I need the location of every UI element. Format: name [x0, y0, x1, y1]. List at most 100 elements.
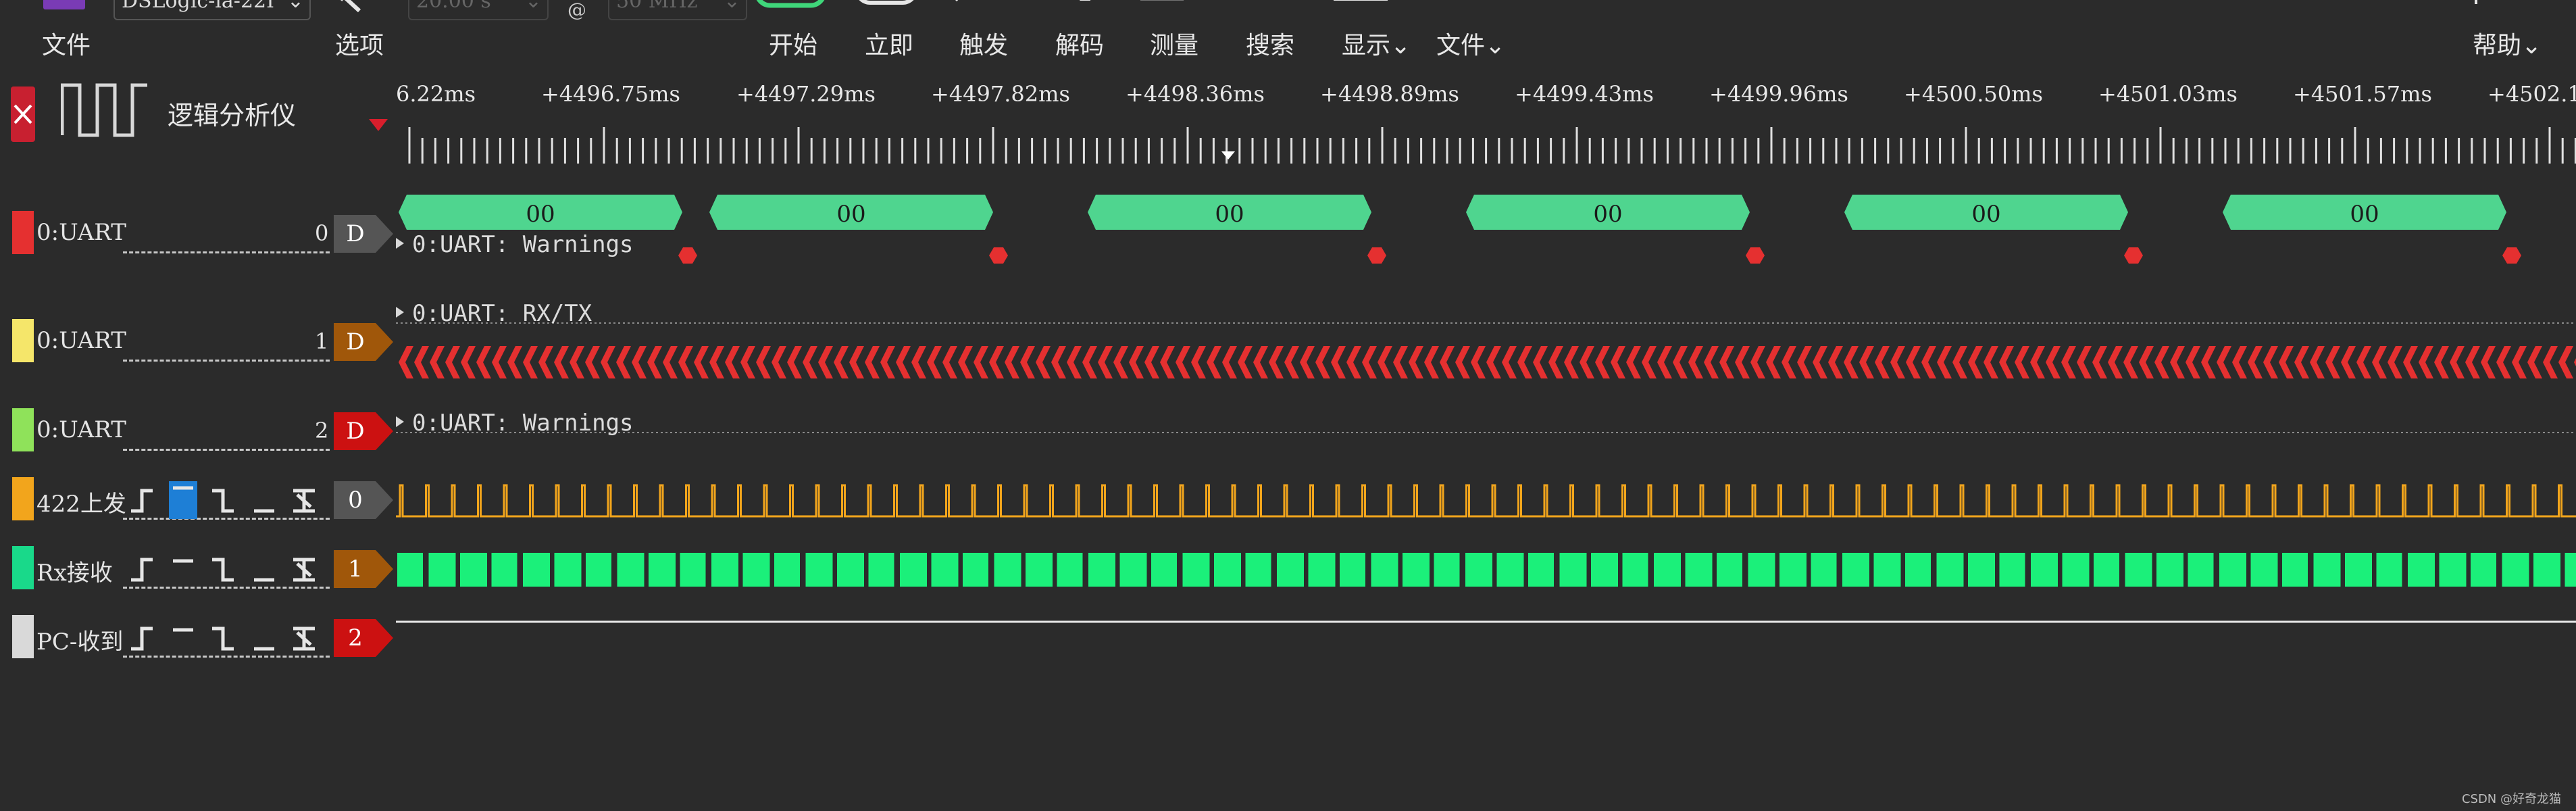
rx-tx-frame — [2434, 346, 2449, 378]
start-icon[interactable] — [754, 0, 827, 9]
rx-tx-frame — [2558, 346, 2573, 378]
rx-tx-frame — [1300, 346, 1315, 378]
low-level-icon[interactable] — [250, 485, 278, 515]
start-button[interactable]: 开始 — [769, 26, 817, 61]
channel-name[interactable]: 0:UART — [36, 416, 126, 443]
channel-color-swatch[interactable] — [12, 319, 34, 362]
measure-button[interactable]: 测量 — [1150, 26, 1198, 61]
rx-tx-frame — [414, 346, 429, 378]
rx-tx-frame — [1999, 346, 2014, 378]
search-icon[interactable] — [1228, 0, 1269, 14]
channel-type-tag[interactable]: 2 — [334, 619, 393, 657]
channel-color-swatch[interactable] — [12, 546, 34, 589]
channel-color-swatch[interactable] — [12, 615, 34, 658]
rx-tx-frame — [1129, 346, 1144, 378]
any-edge-icon[interactable] — [291, 554, 319, 584]
decoder-trace-label[interactable]: 0:UART: Warnings — [412, 231, 634, 258]
low-level-icon[interactable] — [250, 623, 278, 653]
channel-color-swatch[interactable] — [12, 408, 34, 451]
expand-arrow-icon[interactable] — [396, 307, 404, 318]
search-button[interactable]: 搜索 — [1246, 26, 1294, 61]
rising-edge-icon[interactable] — [128, 623, 157, 653]
decode-icon[interactable] — [1063, 0, 1104, 14]
channel-name[interactable]: PC-收到 — [36, 623, 123, 656]
options-button[interactable]: 选项 — [335, 26, 384, 61]
channel-index: 0 — [315, 220, 329, 246]
rx-tx-frame — [1533, 346, 1548, 378]
channel-name[interactable]: 422上发 — [36, 485, 126, 518]
rx-tx-frame — [1797, 346, 1812, 378]
rx-tx-frame — [1875, 346, 1890, 378]
warning-marker[interactable] — [678, 247, 697, 264]
sample-time-select[interactable]: 20.00 s ⌄ — [408, 0, 549, 20]
decoder-trace-label[interactable]: 0:UART: RX/TX — [412, 300, 592, 327]
rx-tx-frame — [2061, 346, 2076, 378]
channel-name[interactable]: 0:UART — [36, 327, 126, 354]
rx-tx-frame — [2030, 346, 2045, 378]
warning-marker[interactable] — [1746, 247, 1765, 264]
trigger-icon[interactable] — [953, 0, 1007, 14]
file-menu-icon[interactable] — [1431, 0, 1485, 14]
rx-tx-frame — [1595, 346, 1610, 378]
warning-marker[interactable] — [989, 247, 1008, 264]
expand-arrow-icon[interactable] — [396, 416, 404, 427]
ruler-tick-label: +4499.43ms — [1515, 81, 1654, 107]
help-menu[interactable]: 帮助⌄ — [2473, 26, 2542, 61]
channel-type-tag[interactable]: D — [334, 215, 393, 253]
falling-edge-icon[interactable] — [209, 485, 238, 515]
warning-marker[interactable] — [2502, 247, 2521, 264]
ruler-tick-label: +4497.82ms — [931, 81, 1070, 107]
channel-name[interactable]: Rx接收 — [36, 554, 113, 587]
sample-rate-value: 50 MHz — [616, 0, 698, 13]
instant-icon[interactable] — [853, 0, 920, 8]
rx-data-block — [2345, 553, 2372, 587]
expand-arrow-icon[interactable] — [396, 238, 404, 249]
rx-data-block — [1654, 553, 1681, 587]
channel-name[interactable]: 0:UART — [36, 219, 126, 246]
display-menu[interactable]: 显示⌄ — [1342, 26, 1411, 61]
channel-type-tag[interactable]: D — [334, 323, 393, 361]
triangle-marker-icon[interactable] — [369, 119, 388, 132]
decoder-trace-label[interactable]: 0:UART: Warnings — [412, 410, 634, 437]
any-edge-icon[interactable] — [291, 623, 319, 653]
high-level-icon[interactable] — [169, 554, 197, 584]
rx-data-block — [1245, 553, 1271, 587]
channel-type-tag[interactable]: 1 — [334, 550, 393, 588]
measure-icon[interactable] — [1136, 0, 1190, 14]
any-edge-icon[interactable] — [291, 485, 319, 515]
file-menu[interactable]: 文件⌄ — [1436, 26, 1505, 61]
rising-edge-icon[interactable] — [128, 485, 157, 515]
rx-tx-frame — [1378, 346, 1392, 378]
display-icon[interactable] — [1331, 0, 1392, 14]
help-icon[interactable] — [2466, 0, 2486, 11]
channel-color-swatch[interactable] — [12, 477, 34, 520]
channel-color-swatch[interactable] — [12, 211, 34, 254]
channel-type-tag[interactable]: 0 — [334, 481, 393, 519]
warning-marker[interactable] — [2124, 247, 2143, 264]
falling-edge-icon[interactable] — [209, 623, 238, 653]
rx-data-block — [491, 553, 517, 587]
rx-tx-frame — [461, 346, 476, 378]
rising-edge-icon[interactable] — [128, 554, 157, 584]
low-level-icon[interactable] — [250, 554, 278, 584]
close-button[interactable] — [11, 87, 35, 142]
rx-tx-frame — [523, 346, 538, 378]
wrench-icon[interactable] — [338, 0, 378, 15]
rx-data-block — [1371, 553, 1398, 587]
decode-button[interactable]: 解码 — [1055, 26, 1104, 61]
waveform-area[interactable]: 00 00 00 00 00 00 — [396, 182, 2576, 656]
warning-marker[interactable] — [1367, 247, 1386, 264]
channel-type-tag[interactable]: D — [334, 412, 393, 450]
file-button[interactable]: 文件 — [42, 26, 91, 61]
high-level-icon[interactable] — [169, 481, 197, 519]
rx-tx-frame — [818, 346, 833, 378]
instant-button[interactable]: 立即 — [865, 26, 913, 61]
high-level-icon[interactable] — [169, 623, 197, 653]
rx-tx-frame — [725, 346, 740, 378]
trigger-button[interactable]: 触发 — [959, 26, 1008, 61]
device-select[interactable]: DSLogic-la-22I ⌄ — [113, 0, 311, 20]
falling-edge-icon[interactable] — [209, 554, 238, 584]
sample-rate-select[interactable]: 50 MHz ⌄ — [608, 0, 747, 20]
rx-tx-frame — [1828, 346, 1843, 378]
file-icon[interactable] — [43, 0, 85, 9]
